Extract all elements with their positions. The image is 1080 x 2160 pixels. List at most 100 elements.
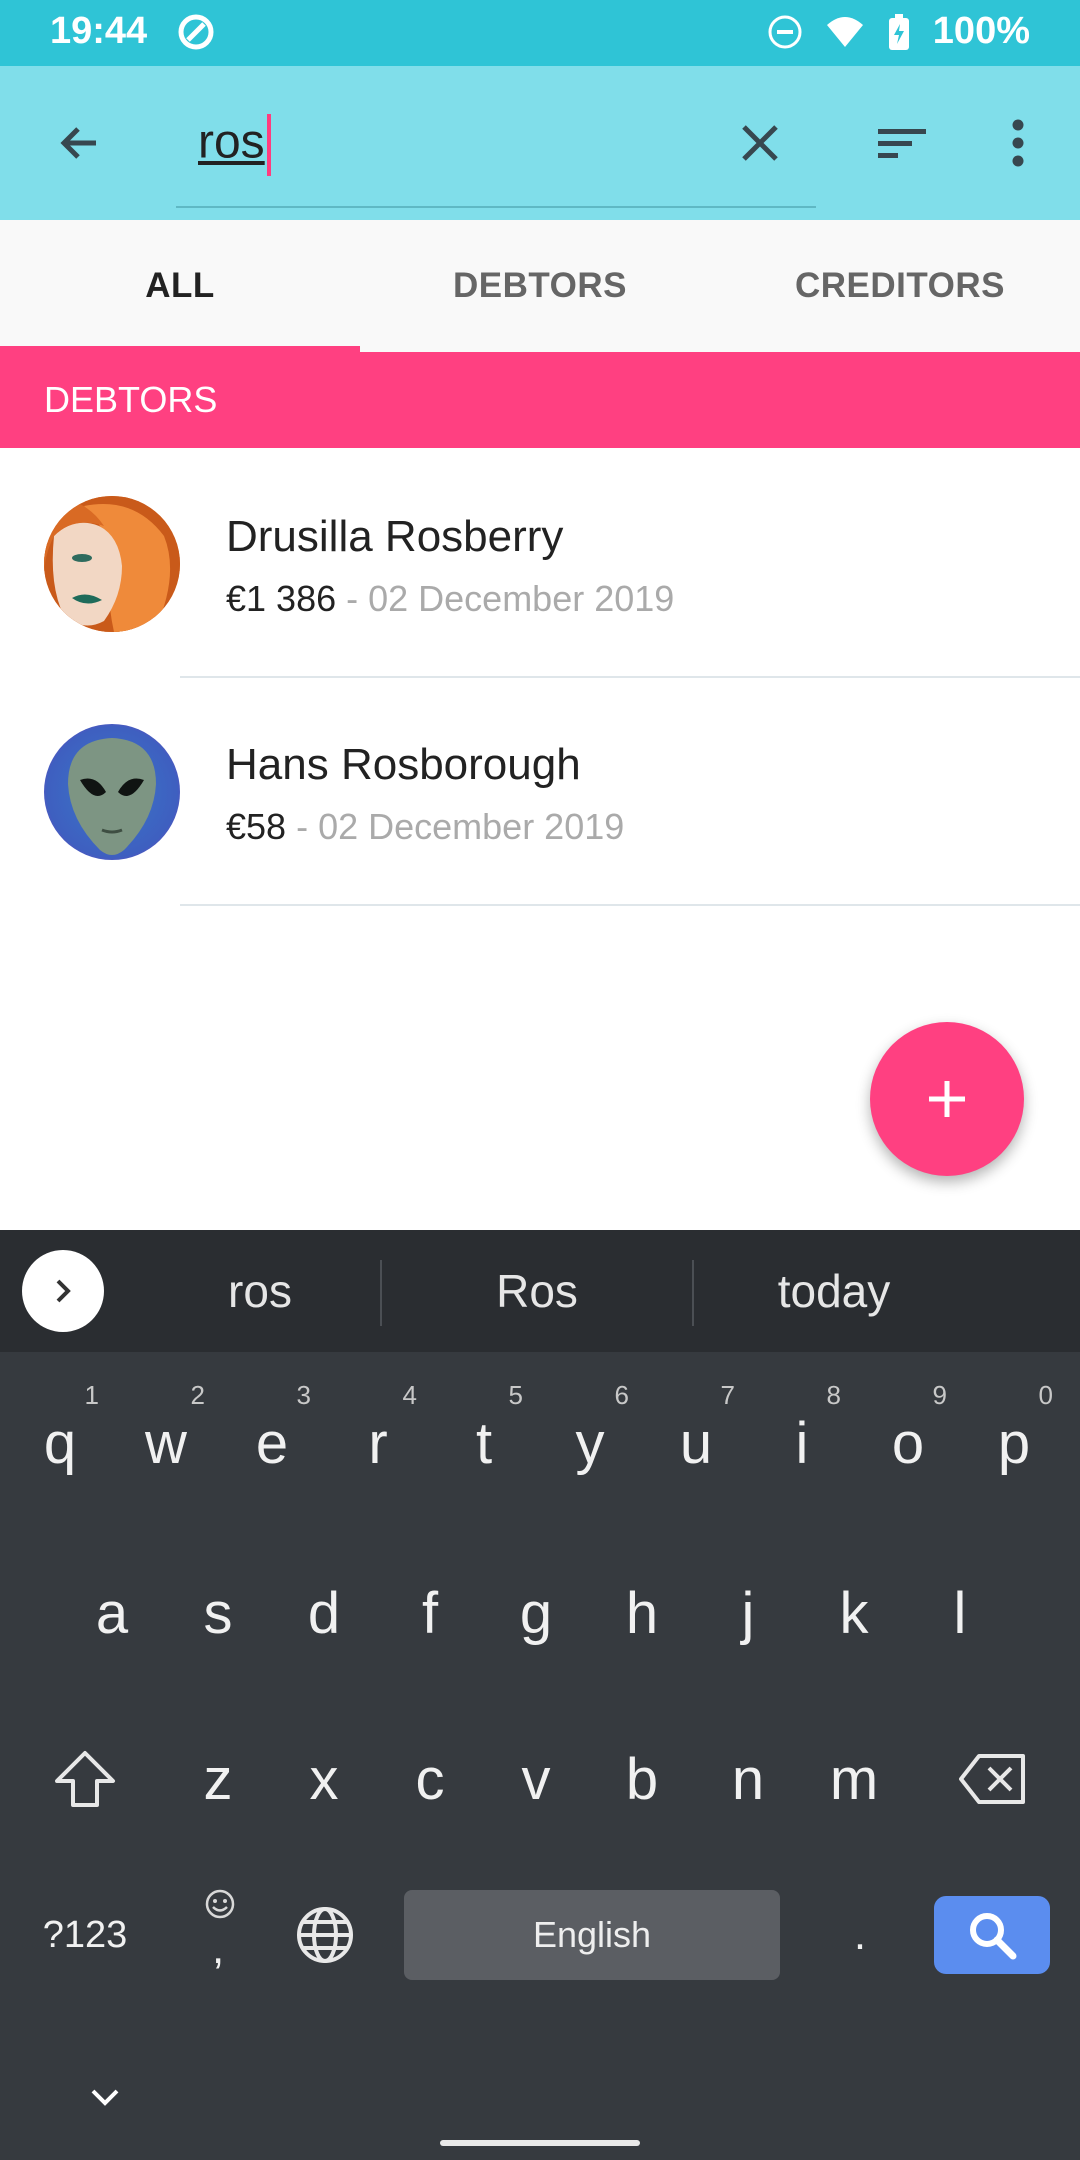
key-u[interactable]: u7: [643, 1380, 749, 1496]
tab-all[interactable]: ALL: [0, 220, 360, 352]
backspace-icon: [959, 1754, 1025, 1804]
contact-amount: €58: [226, 806, 287, 847]
key-i[interactable]: i8: [749, 1380, 855, 1496]
search-icon: [970, 1913, 1017, 1960]
key-label: u: [679, 1410, 713, 1476]
key-p[interactable]: p0: [961, 1380, 1067, 1496]
search-app-bar: ros: [0, 66, 1080, 220]
key-b[interactable]: b: [589, 1726, 695, 1832]
contact-amount: €1 386: [226, 578, 337, 619]
contact-date: - 02 December 2019: [336, 578, 675, 619]
key-y[interactable]: y6: [537, 1380, 643, 1496]
contact-date: - 02 December 2019: [286, 806, 625, 847]
key-a[interactable]: a: [59, 1560, 165, 1666]
key-v[interactable]: v: [483, 1726, 589, 1832]
key-m[interactable]: m: [801, 1726, 907, 1832]
comma-label: ,: [212, 1924, 225, 1973]
home-indicator[interactable]: [440, 2140, 640, 2146]
avatar: [44, 724, 180, 860]
avatar: [44, 496, 180, 632]
globe-icon: [297, 1907, 353, 1963]
key-h[interactable]: h: [589, 1560, 695, 1666]
add-contact-fab[interactable]: [870, 1022, 1024, 1176]
more-options-button[interactable]: [978, 103, 1058, 183]
tab-creditors[interactable]: CREDITORS: [720, 220, 1080, 352]
sync-icon: [178, 14, 214, 50]
section-title: DEBTORS: [44, 379, 218, 420]
suggestion-strip: ros Ros today: [0, 1230, 1080, 1352]
key-n[interactable]: n: [695, 1726, 801, 1832]
key-q[interactable]: q1: [7, 1380, 113, 1496]
sort-button[interactable]: [862, 103, 942, 183]
back-button[interactable]: [40, 103, 120, 183]
suggestion-1[interactable]: ros: [140, 1230, 380, 1352]
period-key[interactable]: .: [810, 1890, 910, 1980]
key-label: w: [145, 1410, 187, 1476]
symbols-key[interactable]: ?123: [20, 1890, 150, 1980]
key-label: e: [255, 1410, 289, 1476]
tab-debtors[interactable]: DEBTORS: [360, 220, 720, 352]
key-label: r: [368, 1410, 388, 1476]
search-underline: [176, 206, 816, 208]
backspace-key[interactable]: [938, 1726, 1048, 1832]
key-hint: 6: [614, 1380, 629, 1410]
search-action-key[interactable]: [934, 1896, 1050, 1974]
key-x[interactable]: x: [271, 1726, 377, 1832]
key-k[interactable]: k: [801, 1560, 907, 1666]
clear-search-button[interactable]: [720, 103, 800, 183]
list-item[interactable]: Drusilla Rosberry €1 386 - 02 December 2…: [0, 450, 1080, 678]
shift-icon: [55, 1751, 115, 1807]
key-r[interactable]: r4: [325, 1380, 431, 1496]
key-hint: 8: [826, 1380, 841, 1410]
key-z[interactable]: z: [165, 1726, 271, 1832]
key-t[interactable]: t5: [431, 1380, 537, 1496]
key-o[interactable]: o9: [855, 1380, 961, 1496]
key-hint: 7: [720, 1380, 735, 1410]
key-c[interactable]: c: [377, 1726, 483, 1832]
key-label: q: [43, 1410, 77, 1476]
comma-emoji-key[interactable]: ,: [170, 1880, 270, 1990]
key-hint: 4: [402, 1380, 417, 1410]
key-w[interactable]: w2: [113, 1380, 219, 1496]
status-time: 19:44: [50, 10, 148, 52]
list-item[interactable]: Hans Rosborough €58 - 02 December 2019: [0, 678, 1080, 906]
chevron-down-icon: [91, 2089, 119, 2106]
arrow-back-icon: [60, 127, 96, 159]
tab-bar: ALL DEBTORS CREDITORS: [0, 220, 1080, 352]
key-hint: 9: [932, 1380, 947, 1410]
key-label: i: [795, 1410, 809, 1476]
key-s[interactable]: s: [165, 1560, 271, 1666]
hide-keyboard-button[interactable]: [70, 2062, 140, 2132]
key-f[interactable]: f: [377, 1560, 483, 1666]
shift-key[interactable]: [30, 1726, 140, 1832]
contact-balance: €58 - 02 December 2019: [226, 806, 624, 848]
add-icon: [929, 1081, 965, 1117]
emoji-icon: [205, 1889, 235, 1919]
key-hint: 1: [84, 1380, 99, 1410]
key-label: y: [575, 1410, 605, 1476]
key-label: o: [891, 1410, 925, 1476]
close-icon: [742, 125, 778, 161]
key-d[interactable]: d: [271, 1560, 377, 1666]
more-vert-icon: [1012, 119, 1024, 167]
expand-suggestions-button[interactable]: [22, 1250, 104, 1332]
key-g[interactable]: g: [483, 1560, 589, 1666]
avatar-alien-image: [44, 724, 180, 860]
suggestion-2[interactable]: Ros: [382, 1230, 692, 1352]
wifi-icon: [826, 16, 863, 47]
battery-percentage: 100%: [932, 10, 1030, 52]
soft-keyboard: ros Ros today q1 w2 e3 r4 t5 y6 u7 i8 o9…: [0, 1230, 1080, 2160]
language-key[interactable]: [275, 1890, 375, 1980]
key-e[interactable]: e3: [219, 1380, 325, 1496]
text-cursor: [266, 114, 271, 176]
suggestion-3[interactable]: today: [694, 1230, 974, 1352]
battery-charging-icon: [888, 13, 909, 50]
search-query-text: ros: [198, 114, 271, 176]
space-bar[interactable]: English: [404, 1890, 780, 1980]
key-label: t: [475, 1410, 493, 1476]
key-l[interactable]: l: [907, 1560, 1013, 1666]
do-not-disturb-icon: [768, 15, 802, 48]
key-label: p: [997, 1410, 1031, 1476]
key-j[interactable]: j: [695, 1560, 801, 1666]
row-divider: [180, 904, 1080, 906]
